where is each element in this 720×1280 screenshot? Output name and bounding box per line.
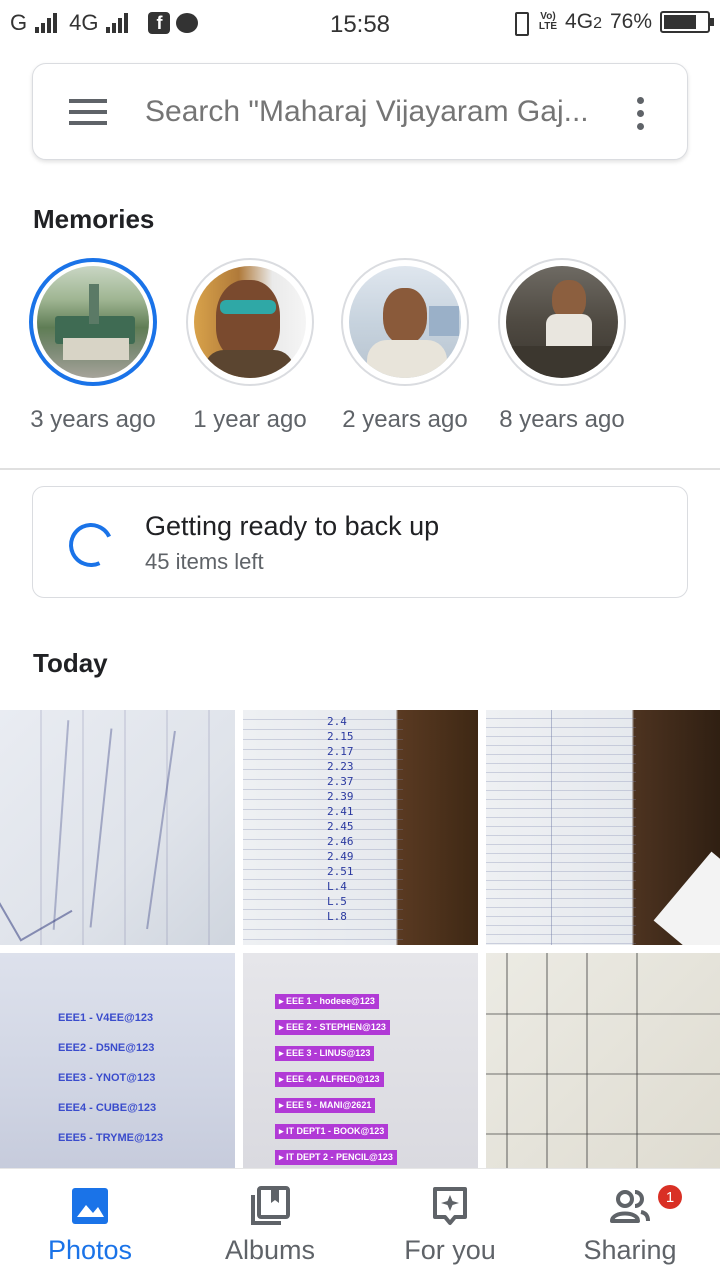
handwritten-number: L.4: [327, 880, 347, 893]
volte-indicator: Vo) LTE: [539, 12, 557, 32]
search-bar: [32, 63, 688, 160]
handwritten-number: 2.15: [327, 730, 354, 743]
photo-thumbnail[interactable]: 2.4 2.15 2.17 2.23 2.37 2.39 2.41 2.45 2.46 2.49 2…: [243, 710, 478, 945]
memory-ring: [498, 258, 626, 386]
memory-ring: [29, 258, 157, 386]
status-right: Vo) LTE 4G2 76%: [509, 10, 714, 36]
network-type: 4G2: [565, 10, 602, 34]
credential-line: EEE2 - D5NE@123: [58, 1042, 155, 1054]
nav-photos-label: Photos: [47, 1235, 133, 1265]
network-label: 4G: [565, 10, 594, 33]
nav-albums[interactable]: Albums: [180, 1169, 360, 1280]
memory-item[interactable]: 3 years ago: [23, 258, 163, 434]
status-bar: G 4G f 15:58 Vo) LTE 4G2 76%: [0, 0, 720, 50]
photo-thumbnail[interactable]: [0, 710, 235, 945]
handwritten-number: 2.41: [327, 805, 354, 818]
memory-label: 3 years ago: [30, 406, 156, 433]
vibrate-icon: [509, 10, 531, 36]
handwritten-number: L.8: [327, 910, 347, 923]
memory-thumbnail: [349, 266, 461, 378]
handwritten-number: 2.46: [327, 835, 354, 848]
photos-icon: [72, 1188, 108, 1224]
handwritten-numbers: 2.4 2.15 2.17 2.23 2.37 2.39 2.41 2.45 2.46 2.49 2…: [327, 714, 367, 924]
battery-icon: [660, 11, 714, 33]
credential-line: EEE4 - CUBE@123: [58, 1102, 157, 1114]
memories-carousel: 3 years ago 1 year ago 2 years ago 8 yea…: [0, 258, 720, 448]
photo-thumbnail[interactable]: [486, 953, 720, 1170]
backup-status-card[interactable]: Getting ready to back up 45 items left: [32, 486, 688, 598]
memory-thumbnail: [194, 266, 306, 378]
credential-line: EEE1 - V4EE@123: [58, 1012, 154, 1024]
nav-for-you[interactable]: For you: [360, 1169, 540, 1280]
handwritten-number: 2.4: [327, 715, 347, 728]
battery-percent: 76%: [609, 10, 652, 33]
photo-thumbnail[interactable]: [486, 710, 720, 945]
memory-thumbnail: [37, 266, 149, 378]
memory-item[interactable]: 8 years ago: [492, 258, 632, 434]
highlighted-line: ▸ EEE 2 - STEPHEN@123: [275, 1020, 390, 1035]
credential-line: EEE5 - TRYME@123: [58, 1132, 164, 1144]
memory-ring: [186, 258, 314, 386]
highlighted-line: ▸ EEE 5 - MANI@2621: [275, 1098, 376, 1113]
photo-thumbnail[interactable]: ▸ EEE 1 - hodeee@123 ▸ EEE 2 - STEPHEN@12…: [243, 953, 478, 1170]
memories-title: Memories: [33, 204, 155, 234]
handwritten-number: 2.17: [327, 745, 354, 758]
highlighted-credentials: ▸ EEE 1 - hodeee@123 ▸ EEE 2 - STEPHEN@12…: [275, 989, 397, 1170]
printed-credentials: EEE1 - V4EE@123 EEE2 - D5NE@123 EEE3 - YNO…: [58, 1003, 163, 1153]
memory-label: 1 year ago: [193, 406, 307, 433]
battery-fill: [664, 15, 696, 29]
more-options-icon[interactable]: [635, 95, 645, 131]
network-sub: 2: [593, 15, 602, 32]
highlighted-line: ▸ IT DEPT1 - BOOK@123: [275, 1124, 389, 1139]
handwritten-number: 2.45: [327, 820, 354, 833]
volte-bottom: LTE: [538, 21, 558, 32]
for-you-icon: [433, 1187, 467, 1225]
memory-label: 2 years ago: [342, 406, 468, 433]
nav-sharing[interactable]: 1 Sharing: [540, 1169, 720, 1280]
backup-title: Getting ready to back up: [145, 511, 440, 541]
section-divider: [0, 468, 720, 470]
sharing-notification-badge: 1: [658, 1185, 682, 1209]
bottom-navigation: Photos Albums For you 1 Sharing: [0, 1168, 720, 1280]
handwritten-number: 2.49: [327, 850, 354, 863]
credential-line: EEE3 - YNOT@123: [58, 1072, 156, 1084]
memory-item[interactable]: 1 year ago: [180, 258, 320, 434]
backup-subtitle: 45 items left: [145, 549, 264, 574]
photo-thumbnail[interactable]: EEE1 - V4EE@123 EEE2 - D5NE@123 EEE3 - YNO…: [0, 953, 235, 1170]
handwritten-number: L.5: [327, 895, 347, 908]
handwritten-number: 2.39: [327, 790, 354, 803]
highlighted-line: ▸ EEE 4 - ALFRED@123: [275, 1072, 384, 1087]
nav-albums-label: Albums: [224, 1235, 316, 1265]
memory-item[interactable]: 2 years ago: [335, 258, 475, 434]
memory-label: 8 years ago: [499, 406, 625, 433]
memory-thumbnail: [506, 266, 618, 378]
highlighted-line: ▸ EEE 1 - hodeee@123: [275, 994, 379, 1009]
backup-progress-icon: [62, 516, 120, 574]
handwritten-number: 2.37: [327, 775, 354, 788]
albums-icon: [251, 1186, 290, 1225]
photo-grid: 2.4 2.15 2.17 2.23 2.37 2.39 2.41 2.45 2.46 2.49 2…: [0, 710, 720, 1170]
nav-for-you-label: For you: [404, 1235, 496, 1265]
sharing-icon: [610, 1190, 650, 1223]
highlighted-line: ▸ IT DEPT 2 - PENCIL@123: [275, 1150, 397, 1165]
highlighted-line: ▸ EEE 3 - LINUS@123: [275, 1046, 375, 1061]
today-title: Today: [33, 648, 108, 678]
search-input[interactable]: [145, 91, 615, 133]
nav-photos[interactable]: Photos: [0, 1169, 180, 1280]
handwritten-number: 2.23: [327, 760, 354, 773]
nav-sharing-label: Sharing: [583, 1235, 677, 1265]
memory-ring: [341, 258, 469, 386]
menu-icon[interactable]: [69, 99, 107, 125]
handwritten-number: 2.51: [327, 865, 354, 878]
